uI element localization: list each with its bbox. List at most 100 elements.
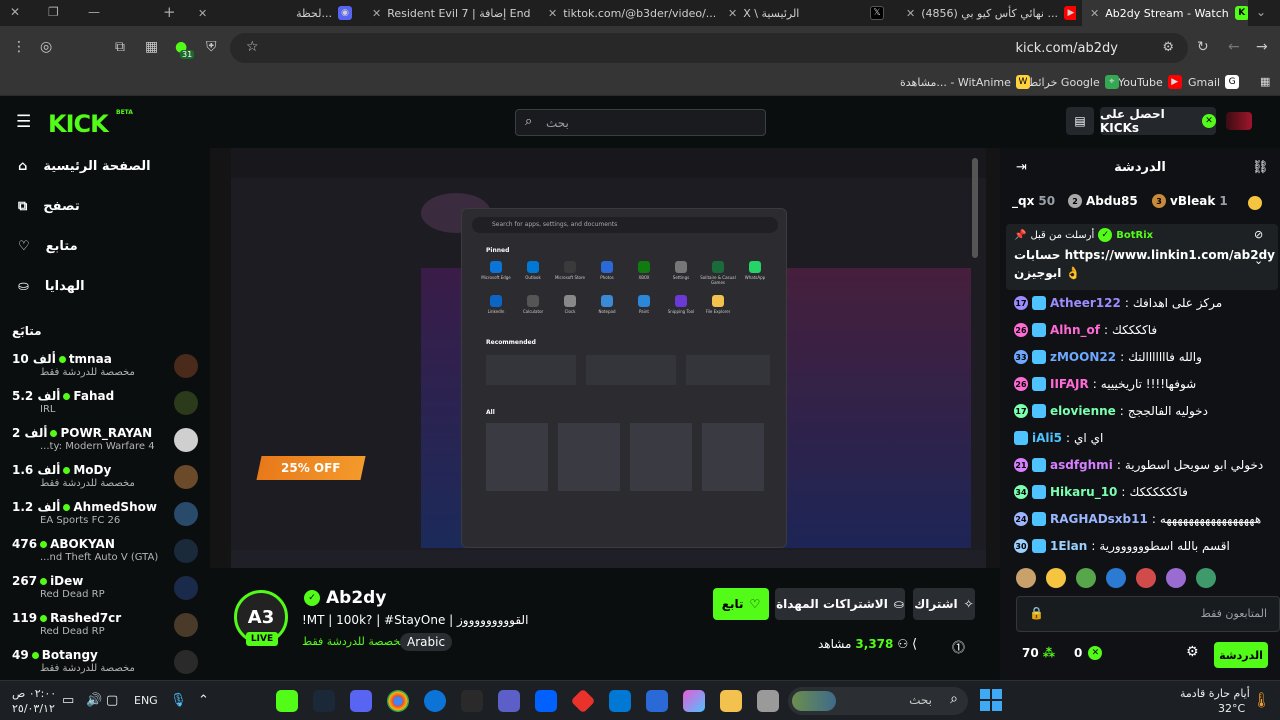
volume-icon[interactable]: 🔊 bbox=[86, 693, 102, 708]
close-tab-icon[interactable]: ✕ bbox=[906, 7, 915, 20]
emote[interactable] bbox=[1076, 568, 1096, 588]
extension-icon[interactable]: ▦ bbox=[145, 39, 158, 55]
chat-message[interactable]: 17 Atheer122: مركز على اهدافك bbox=[1014, 292, 1274, 314]
following-channel[interactable]: 119 Rashed7cr Red Dead RP bbox=[0, 609, 210, 645]
hamburger-menu-icon[interactable]: ☰ bbox=[16, 112, 31, 132]
extension-icon[interactable]: ◎ bbox=[40, 39, 52, 55]
display-icon[interactable]: ▢ bbox=[106, 693, 118, 708]
chat-username[interactable]: zMOON22 bbox=[1050, 350, 1116, 364]
forward-icon[interactable]: ← bbox=[1228, 39, 1240, 55]
all-bookmarks-icon[interactable]: ▦ bbox=[1260, 75, 1270, 88]
stream-category[interactable]: مخصصة للدردشة فقط bbox=[302, 635, 406, 648]
chat-username[interactable]: asdfghmi bbox=[1050, 458, 1113, 472]
steam-icon[interactable] bbox=[313, 690, 335, 712]
puzzle-extensions-icon[interactable]: ⧉ bbox=[115, 39, 125, 55]
bookmark-star-icon[interactable]: ☆ bbox=[246, 39, 259, 55]
bookmark-witanime[interactable]: مشاهدة... - WitAnime W bbox=[900, 75, 1030, 89]
close-tab-icon[interactable]: ✕ bbox=[198, 7, 207, 20]
following-channel[interactable]: 10 ألف tmnaa مخصصة للدردشة فقط bbox=[0, 350, 210, 386]
chat-message[interactable]: iAli5: اي اي bbox=[1014, 427, 1274, 449]
taskbar-app-chat[interactable] bbox=[276, 690, 298, 712]
tab-search-icon[interactable]: ⌄ bbox=[1256, 5, 1266, 19]
emote[interactable] bbox=[1046, 568, 1066, 588]
chat-message[interactable]: 26 Alhn_of: فاككككك bbox=[1014, 319, 1274, 341]
chat-users-icon[interactable]: ⛓ bbox=[1252, 160, 1269, 175]
leaderboard-entry[interactable]: 3 vBleak 1 bbox=[1152, 194, 1228, 208]
copilot-icon[interactable] bbox=[683, 690, 705, 712]
expand-pin-icon[interactable]: ⌄ bbox=[1254, 254, 1263, 267]
chat-username[interactable]: Atheer122 bbox=[1050, 296, 1121, 310]
following-channel[interactable]: 1.6 ألف MoDy مخصصة للدردشة فقط bbox=[0, 461, 210, 497]
kick-logo[interactable]: KICK bbox=[48, 110, 109, 138]
dropbox-icon[interactable] bbox=[535, 690, 557, 712]
nav-home[interactable]: ⌂ الصفحة الرئيسية bbox=[0, 154, 210, 178]
epic-games-icon[interactable] bbox=[461, 690, 483, 712]
clock-date[interactable]: ٢٥/٠٣/١٢ bbox=[12, 702, 55, 715]
channel-name[interactable]: ✓ Ab2dy bbox=[304, 588, 386, 608]
share-icon[interactable]: ⟨ bbox=[912, 637, 917, 652]
following-channel[interactable]: 2 ألف POWR_RAYAN ...ty: Modern Warfare 4 bbox=[0, 424, 210, 460]
get-kicks-button[interactable]: احصل على KICKs ✕ bbox=[1100, 107, 1216, 135]
chat-username[interactable]: IIFAJR bbox=[1050, 377, 1089, 391]
chat-input[interactable]: المتابعون فقط 🔒 bbox=[1016, 596, 1280, 632]
chat-message[interactable]: 26 IIFAJR: شوفها!!!! تاريخيييه bbox=[1014, 373, 1274, 395]
search-input[interactable]: ⌕ بحث bbox=[515, 109, 766, 136]
following-channel[interactable]: 1.2 ألف AhmedShow EA Sports FC 26 bbox=[0, 498, 210, 534]
windows-start-button[interactable] bbox=[980, 689, 1002, 711]
close-tab-icon[interactable]: ✕ bbox=[548, 7, 557, 20]
video-player[interactable]: Search for apps, settings, and documents… bbox=[210, 148, 1000, 568]
reload-icon[interactable]: ↻ bbox=[1197, 39, 1209, 55]
emote[interactable] bbox=[1166, 568, 1186, 588]
chat-username[interactable]: elovienne bbox=[1050, 404, 1116, 418]
emote[interactable] bbox=[1196, 568, 1216, 588]
tab-6-active[interactable]: ✕ Ab2dy Stream - Watch K bbox=[1082, 0, 1248, 26]
clock-time[interactable]: ٠٢:٠٠ ص bbox=[12, 687, 56, 700]
anydesk-icon[interactable] bbox=[570, 688, 596, 714]
close-tab-icon[interactable]: ✕ bbox=[728, 7, 737, 20]
chrome-icon[interactable] bbox=[387, 690, 409, 712]
pinned-text[interactable]: حسابات https://www.linkin1.com/ab2dy bbox=[1014, 248, 1275, 262]
chat-message[interactable]: 24 RAGHADsxb11: هههههههههههههههههه bbox=[1014, 508, 1274, 530]
chevron-up-icon[interactable]: ⌃ bbox=[198, 693, 209, 708]
outlook-icon[interactable] bbox=[609, 690, 631, 712]
chat-message[interactable]: 17 elovienne: دخوليه الفالججج bbox=[1014, 400, 1274, 422]
store-icon[interactable] bbox=[646, 690, 668, 712]
chat-username[interactable]: iAli5 bbox=[1032, 431, 1062, 445]
chat-send-button[interactable]: الدردشة bbox=[1214, 642, 1268, 668]
discord-icon[interactable] bbox=[350, 690, 372, 712]
address-bar[interactable]: ☆ kick.com/ab2dy ⚙ bbox=[230, 33, 1188, 63]
chat-username[interactable]: RAGHADsxb11 bbox=[1050, 512, 1148, 526]
file-explorer-icon[interactable] bbox=[720, 690, 742, 712]
teams-icon[interactable] bbox=[498, 690, 520, 712]
emote[interactable] bbox=[1106, 568, 1126, 588]
microphone-icon[interactable]: 🎙 bbox=[170, 693, 187, 708]
following-channel[interactable]: 476 ABOKYAN ...nd Theft Auto V (GTA) bbox=[0, 535, 210, 571]
edge-icon[interactable] bbox=[424, 690, 446, 712]
taskbar-app[interactable] bbox=[757, 690, 779, 712]
emote[interactable] bbox=[1136, 568, 1156, 588]
kicks-balance[interactable]: 0 ✕ bbox=[1074, 646, 1103, 660]
chat-message[interactable]: 30 1Elan: اقسم بالله اسطوووووورية bbox=[1014, 535, 1274, 557]
subscribe-button[interactable]: اشتراك ✧ bbox=[913, 588, 975, 620]
weather-temp[interactable]: 32°C bbox=[1218, 702, 1245, 715]
stream-video-frame[interactable]: Search for apps, settings, and documents… bbox=[231, 148, 986, 568]
info-icon[interactable]: ⓵ bbox=[952, 637, 965, 656]
gift-subs-button[interactable]: الاشتراكات المهداة ⛀ bbox=[775, 588, 905, 620]
url-text[interactable]: kick.com/ab2dy bbox=[1015, 41, 1118, 56]
chat-username[interactable]: Alhn_of bbox=[1050, 323, 1100, 337]
video-scrollbar[interactable] bbox=[972, 158, 978, 258]
chat-username[interactable]: 1Elan bbox=[1050, 539, 1087, 553]
close-window-icon[interactable]: ✕ bbox=[10, 5, 20, 19]
chat-message[interactable]: 21 asdfghmi: دخولي ابو سويحل اسطورية bbox=[1014, 454, 1274, 476]
minimize-window-icon[interactable]: — bbox=[88, 5, 100, 19]
bookmark-gmail[interactable]: Gmail G bbox=[1188, 75, 1240, 89]
tab-5[interactable]: ✕ (4856) نهائي كأس كيو بي ... ▶ bbox=[898, 0, 1076, 26]
nav-gifts[interactable]: ⛀ الهدايا bbox=[0, 274, 210, 298]
restore-window-icon[interactable]: ❐ bbox=[48, 5, 59, 19]
chat-settings-gear-icon[interactable]: ⚙ bbox=[1186, 644, 1199, 660]
weather-text[interactable]: أيام حارة قادمة bbox=[1180, 687, 1250, 700]
bookmark-maps[interactable]: خرائط Google ⌖ bbox=[1028, 75, 1119, 89]
follow-button[interactable]: تابع ♡ bbox=[713, 588, 769, 620]
close-tab-icon[interactable]: ✕ bbox=[1090, 7, 1099, 20]
taskbar-search[interactable]: بحث ⌕ bbox=[788, 687, 968, 715]
